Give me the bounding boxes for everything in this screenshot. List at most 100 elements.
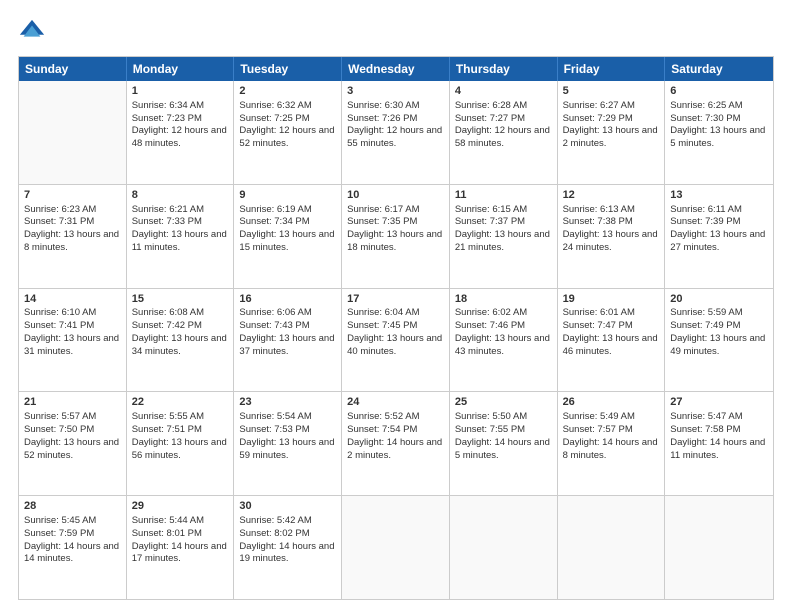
calendar-cell: 25Sunrise: 5:50 AMSunset: 7:55 PMDayligh… <box>450 392 558 495</box>
sunrise-text: Sunrise: 6:06 AM <box>239 307 311 318</box>
sunset-text: Sunset: 7:35 PM <box>347 216 417 227</box>
calendar-cell <box>342 496 450 599</box>
calendar-cell: 23Sunrise: 5:54 AMSunset: 7:53 PMDayligh… <box>234 392 342 495</box>
daylight-text: Daylight: 13 hours and 2 minutes. <box>563 125 658 149</box>
header-day-sunday: Sunday <box>19 57 127 81</box>
sunrise-text: Sunrise: 6:19 AM <box>239 204 311 215</box>
daylight-text: Daylight: 13 hours and 43 minutes. <box>455 333 550 357</box>
day-number: 22 <box>132 395 229 410</box>
sunset-text: Sunset: 7:57 PM <box>563 424 633 435</box>
daylight-text: Daylight: 13 hours and 27 minutes. <box>670 229 765 253</box>
sunset-text: Sunset: 7:42 PM <box>132 320 202 331</box>
sunset-text: Sunset: 7:33 PM <box>132 216 202 227</box>
calendar-cell: 18Sunrise: 6:02 AMSunset: 7:46 PMDayligh… <box>450 289 558 392</box>
header-day-saturday: Saturday <box>665 57 773 81</box>
sunrise-text: Sunrise: 5:52 AM <box>347 411 419 422</box>
calendar-cell: 2Sunrise: 6:32 AMSunset: 7:25 PMDaylight… <box>234 81 342 184</box>
daylight-text: Daylight: 12 hours and 52 minutes. <box>239 125 334 149</box>
sunrise-text: Sunrise: 6:28 AM <box>455 100 527 111</box>
sunrise-text: Sunrise: 6:23 AM <box>24 204 96 215</box>
sunrise-text: Sunrise: 6:17 AM <box>347 204 419 215</box>
calendar-cell: 10Sunrise: 6:17 AMSunset: 7:35 PMDayligh… <box>342 185 450 288</box>
sunrise-text: Sunrise: 6:30 AM <box>347 100 419 111</box>
calendar-week-3: 14Sunrise: 6:10 AM Sunset: 7:41 PM Dayligh… <box>19 289 773 393</box>
day-number: 27 <box>670 395 768 410</box>
day-number: 28 <box>24 499 121 514</box>
day-number: 3 <box>347 84 444 99</box>
sunrise-text: Sunrise: 6:10 AM <box>24 307 96 318</box>
calendar-body: 1Sunrise: 6:34 AMSunset: 7:23 PMDaylight… <box>19 81 773 599</box>
calendar-cell: 30Sunrise: 5:42 AMSunset: 8:02 PMDayligh… <box>234 496 342 599</box>
sunset-text: Sunset: 7:43 PM <box>239 320 309 331</box>
calendar-cell: 15Sunrise: 6:08 AMSunset: 7:42 PMDayligh… <box>127 289 235 392</box>
day-number: 18 <box>455 292 552 307</box>
sunset-text: Sunset: 7:47 PM <box>563 320 633 331</box>
sunrise-text: Sunrise: 5:50 AM <box>455 411 527 422</box>
sunset-text: Sunset: 7:58 PM <box>670 424 740 435</box>
calendar-cell <box>19 81 127 184</box>
sunrise-text: Sunrise: 6:08 AM <box>132 307 204 318</box>
day-number: 6 <box>670 84 768 99</box>
calendar-cell: 28Sunrise: 5:45 AMSunset: 7:59 PMDayligh… <box>19 496 127 599</box>
sunset-text: Sunset: 7:37 PM <box>455 216 525 227</box>
daylight-text: Daylight: 13 hours and 37 minutes. <box>239 333 334 357</box>
day-number: 16 <box>239 292 336 307</box>
calendar-cell: 11Sunrise: 6:15 AMSunset: 7:37 PMDayligh… <box>450 185 558 288</box>
calendar-week-5: 28Sunrise: 5:45 AMSunset: 7:59 PMDayligh… <box>19 496 773 599</box>
day-number: 20 <box>670 292 768 307</box>
day-number: 2 <box>239 84 336 99</box>
day-number: 29 <box>132 499 229 514</box>
sunset-text: Sunset: 7:26 PM <box>347 113 417 124</box>
calendar-week-4: 21Sunrise: 5:57 AMSunset: 7:50 PMDayligh… <box>19 392 773 496</box>
sunrise-text: Sunrise: 5:49 AM <box>563 411 635 422</box>
daylight-text: Daylight: 13 hours and 56 minutes. <box>132 437 227 461</box>
day-number: 14 <box>24 292 121 307</box>
day-number: 15 <box>132 292 229 307</box>
calendar-cell <box>558 496 666 599</box>
sunset-text: Sunset: 7:45 PM <box>347 320 417 331</box>
day-number: 1 <box>132 84 229 99</box>
sunrise-text: Sunrise: 5:44 AM <box>132 515 204 526</box>
sunset-text: Sunset: 8:02 PM <box>239 528 309 539</box>
day-number: 21 <box>24 395 121 410</box>
day-number: 9 <box>239 188 336 203</box>
daylight-text: Daylight: 14 hours and 5 minutes. <box>455 437 550 461</box>
logo-icon <box>18 18 46 46</box>
calendar-cell: 6Sunrise: 6:25 AMSunset: 7:30 PMDaylight… <box>665 81 773 184</box>
header-day-wednesday: Wednesday <box>342 57 450 81</box>
daylight-text: Daylight: 14 hours and 17 minutes. <box>132 541 227 565</box>
calendar-cell: 24Sunrise: 5:52 AMSunset: 7:54 PMDayligh… <box>342 392 450 495</box>
daylight-text: Daylight: 13 hours and 15 minutes. <box>239 229 334 253</box>
daylight-text: Daylight: 13 hours and 24 minutes. <box>563 229 658 253</box>
daylight-text: Daylight: 14 hours and 14 minutes. <box>24 541 119 565</box>
header-day-friday: Friday <box>558 57 666 81</box>
sunset-text: Sunset: 7:59 PM <box>24 528 94 539</box>
daylight-text: Daylight: 13 hours and 52 minutes. <box>24 437 119 461</box>
sunset-text: Sunset: 7:55 PM <box>455 424 525 435</box>
calendar-cell: 20Sunrise: 5:59 AMSunset: 7:49 PMDayligh… <box>665 289 773 392</box>
sunrise-text: Sunrise: 5:42 AM <box>239 515 311 526</box>
day-number: 7 <box>24 188 121 203</box>
daylight-text: Daylight: 14 hours and 2 minutes. <box>347 437 442 461</box>
calendar-cell: 14Sunrise: 6:10 AM Sunset: 7:41 PM Dayligh… <box>19 289 127 392</box>
calendar-cell: 5Sunrise: 6:27 AMSunset: 7:29 PMDaylight… <box>558 81 666 184</box>
daylight-text: Daylight: 14 hours and 19 minutes. <box>239 541 334 565</box>
calendar-cell: 19Sunrise: 6:01 AMSunset: 7:47 PMDayligh… <box>558 289 666 392</box>
calendar-cell: 12Sunrise: 6:13 AMSunset: 7:38 PMDayligh… <box>558 185 666 288</box>
sunset-text: Sunset: 7:23 PM <box>132 113 202 124</box>
daylight-text: Daylight: 12 hours and 58 minutes. <box>455 125 550 149</box>
sunrise-text: Sunrise: 6:21 AM <box>132 204 204 215</box>
sunrise-text: Sunrise: 6:25 AM <box>670 100 742 111</box>
daylight-text: Daylight: 14 hours and 11 minutes. <box>670 437 765 461</box>
daylight-text: Daylight: 13 hours and 31 minutes. <box>24 333 119 357</box>
sunset-text: Sunset: 7:25 PM <box>239 113 309 124</box>
calendar-cell: 1Sunrise: 6:34 AMSunset: 7:23 PMDaylight… <box>127 81 235 184</box>
daylight-text: Daylight: 13 hours and 49 minutes. <box>670 333 765 357</box>
sunset-text: Sunset: 7:27 PM <box>455 113 525 124</box>
sunset-text: Sunset: 7:41 PM <box>24 320 94 331</box>
calendar-header: SundayMondayTuesdayWednesdayThursdayFrid… <box>19 57 773 81</box>
sunrise-text: Sunrise: 5:57 AM <box>24 411 96 422</box>
day-number: 4 <box>455 84 552 99</box>
calendar: SundayMondayTuesdayWednesdayThursdayFrid… <box>18 56 774 600</box>
sunrise-text: Sunrise: 6:15 AM <box>455 204 527 215</box>
